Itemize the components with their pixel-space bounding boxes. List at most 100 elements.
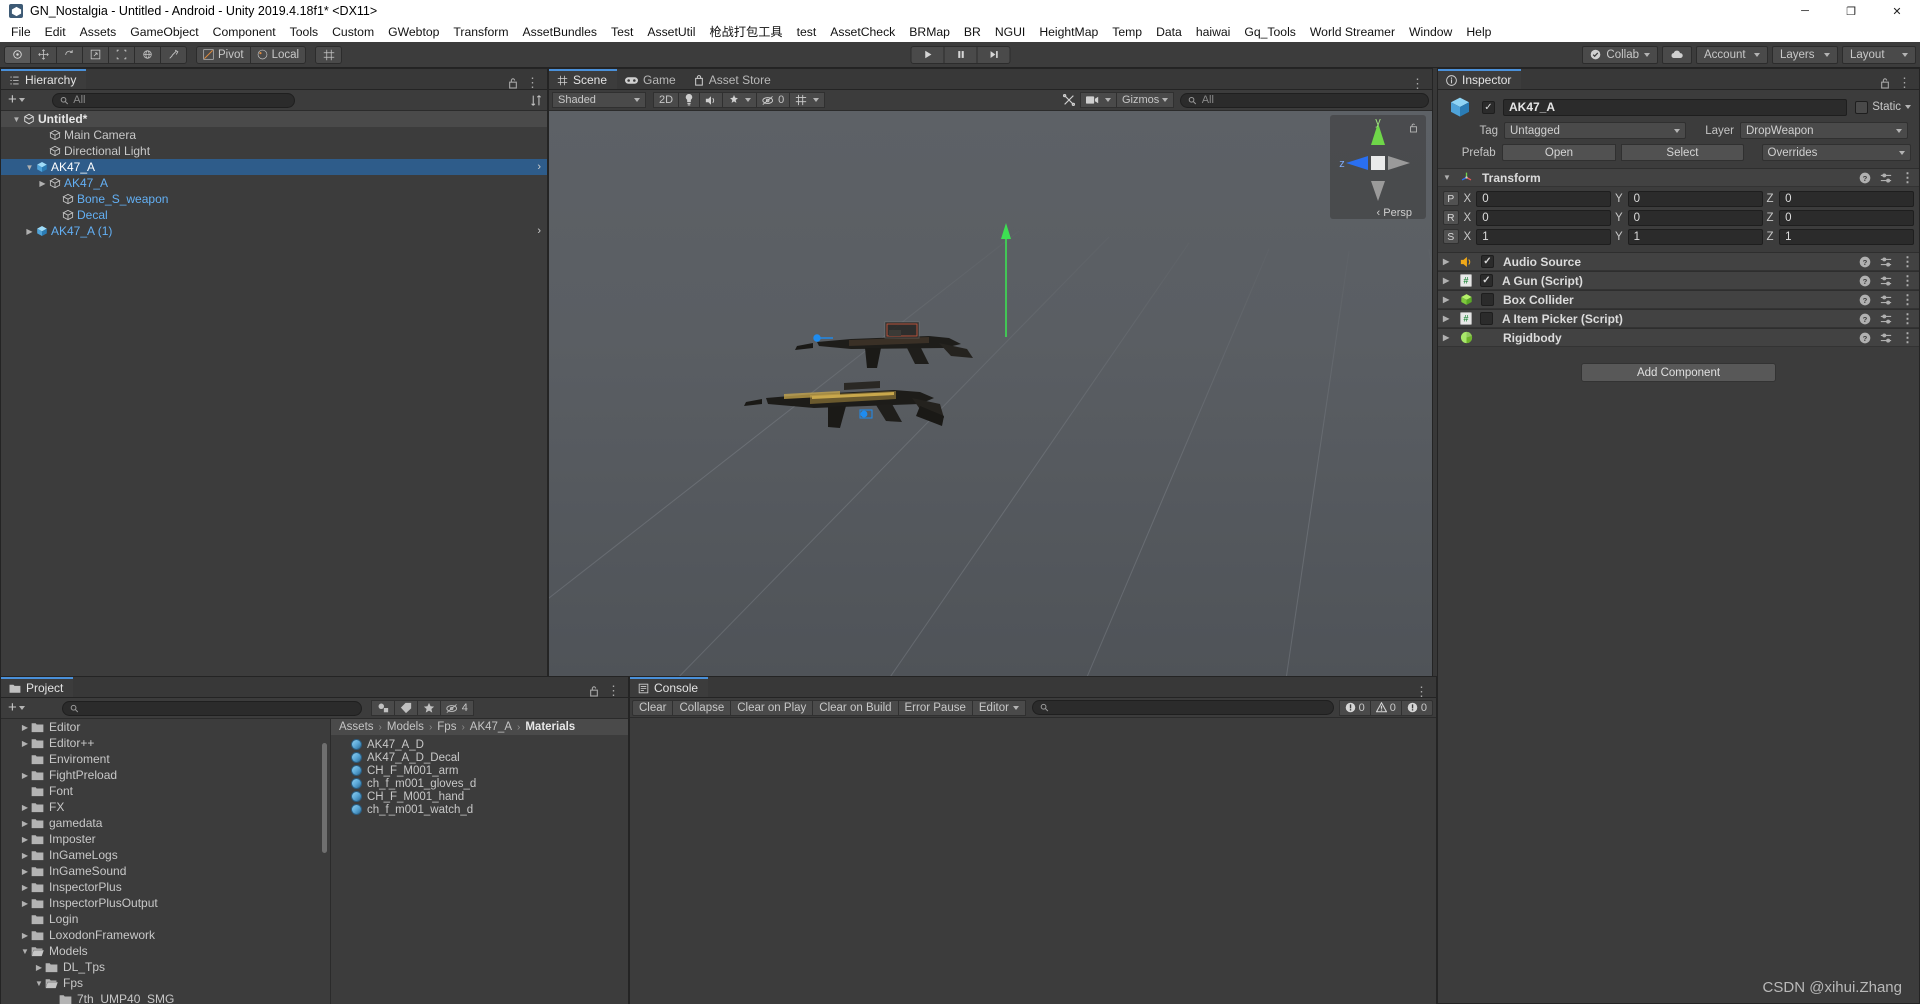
breadcrumb[interactable]: Assets › Models › Fps › AK47_A › Materials <box>331 719 628 735</box>
preset-icon[interactable] <box>1880 172 1892 184</box>
rotate-tool-button[interactable] <box>56 45 83 64</box>
preset-icon[interactable] <box>1880 332 1892 344</box>
menu-item-heightmap[interactable]: HeightMap <box>1032 22 1105 42</box>
asset-rows[interactable]: AK47_A_D AK47_A_D_Decal CH_F_M001_arm ch_f_… <box>331 735 628 816</box>
filter-by-type-icon[interactable] <box>370 700 395 716</box>
menu-item-assetutil[interactable]: AssetUtil <box>640 22 702 42</box>
prefab-open-button[interactable]: Open <box>1501 144 1617 161</box>
component-foldout-icon[interactable]: ▶ <box>1443 276 1455 285</box>
scene-camera-dropdown[interactable] <box>1079 92 1117 108</box>
transform-r-z-field[interactable]: 0 <box>1779 209 1914 226</box>
foldout-closed-icon[interactable]: ▶ <box>19 835 31 844</box>
console-search-field[interactable] <box>1053 701 1326 714</box>
menu-item-assetcheck[interactable]: AssetCheck <box>823 22 902 42</box>
tag-dropdown[interactable]: Untagged <box>1504 122 1686 139</box>
error-count-badge[interactable]: 0 <box>1400 699 1433 716</box>
menu-item-br[interactable]: BR <box>957 22 988 42</box>
static-checkbox[interactable] <box>1855 100 1869 114</box>
shading-mode-dropdown[interactable]: Shaded <box>552 92 646 108</box>
asset-list-item[interactable]: CH_F_M001_hand <box>331 790 628 803</box>
foldout-closed-icon[interactable]: ▶ <box>19 883 31 892</box>
breadcrumb-item[interactable]: Fps <box>437 721 456 733</box>
project-tree-row[interactable]: 7th_UMP40_SMG <box>1 991 330 1004</box>
project-tree-scrollbar[interactable] <box>322 743 327 853</box>
project-search-field[interactable] <box>83 702 354 714</box>
hierarchy-row[interactable]: Directional Light <box>1 143 547 159</box>
menu-item-test[interactable]: test <box>790 22 824 42</box>
project-search-input[interactable] <box>61 700 362 716</box>
scale-tool-button[interactable] <box>82 45 109 64</box>
console-collapse-button[interactable]: Collapse <box>672 699 732 716</box>
tab-hierarchy[interactable]: Hierarchy <box>1 69 87 89</box>
hierarchy-row[interactable]: ▶ AK47_A <box>1 175 547 191</box>
project-tree-row[interactable]: ▶ DL_Tps <box>1 959 330 975</box>
scene-tools-icon[interactable] <box>1057 92 1081 108</box>
project-tree-row[interactable]: Login <box>1 911 330 927</box>
scene-hidden-objects-toggle[interactable]: 0 <box>756 92 791 108</box>
minimize-button[interactable]: ─ <box>1782 0 1828 22</box>
lock-icon[interactable] <box>508 77 518 89</box>
foldout-closed-icon[interactable]: ▶ <box>19 723 31 732</box>
scene-search-field[interactable] <box>1201 94 1421 106</box>
pause-button[interactable] <box>943 45 978 64</box>
close-button[interactable]: ✕ <box>1874 0 1920 22</box>
project-tree-row[interactable]: ▶ InGameSound <box>1 863 330 879</box>
foldout-open-icon[interactable]: ▼ <box>24 163 35 172</box>
component-foldout-icon[interactable]: ▶ <box>1443 257 1455 266</box>
foldout-open-icon[interactable]: ▼ <box>19 947 31 956</box>
menu-item-gq-tools[interactable]: Gq_Tools <box>1237 22 1303 42</box>
open-prefab-chevron-icon[interactable]: › <box>537 161 541 173</box>
project-menu-icon[interactable]: ⋮ <box>607 684 620 697</box>
menu-item-edit[interactable]: Edit <box>38 22 73 42</box>
log-count-badge[interactable]: 0 <box>1338 699 1371 716</box>
transform-p-x-field[interactable]: 0 <box>1476 190 1612 207</box>
help-icon[interactable]: ? <box>1859 256 1871 268</box>
foldout-closed-icon[interactable]: ▶ <box>33 963 45 972</box>
gizmos-dropdown[interactable]: Gizmos <box>1115 92 1175 108</box>
transform-tool-button[interactable] <box>134 45 161 64</box>
filter-by-label-icon[interactable] <box>393 700 418 716</box>
component-header-box-collider[interactable]: ▶ Box Collider? ⋮ <box>1438 290 1919 309</box>
hierarchy-tree[interactable]: ▼ Untitled* Main Camera Directional Light ▼ A… <box>1 111 547 677</box>
hierarchy-row[interactable]: ▶ AK47_A (1) › <box>1 223 547 239</box>
menu-item-brmap[interactable]: BRMap <box>902 22 957 42</box>
scene-view-gizmo[interactable]: y z <box>1330 115 1426 219</box>
tab-asset-store[interactable]: Asset Store <box>685 69 781 89</box>
foldout-closed-icon[interactable]: ▶ <box>19 851 31 860</box>
foldout-closed-icon[interactable]: ▶ <box>19 771 31 780</box>
project-tree-row[interactable]: ▶ FX <box>1 799 330 815</box>
menu-item-test[interactable]: Test <box>604 22 640 42</box>
foldout-closed-icon[interactable]: ▶ <box>19 819 31 828</box>
component-header-audio-source[interactable]: ▶ ✓ Audio Source? ⋮ <box>1438 252 1919 271</box>
add-component-button[interactable]: Add Component <box>1581 363 1776 382</box>
tab-console[interactable]: Console <box>630 677 709 697</box>
breadcrumb-item[interactable]: AK47_A <box>470 721 512 733</box>
hierarchy-search-field[interactable] <box>73 94 287 106</box>
foldout-closed-icon[interactable]: ▶ <box>19 739 31 748</box>
lock-icon[interactable] <box>1409 122 1418 133</box>
component-menu-icon[interactable]: ⋮ <box>1901 312 1914 325</box>
foldout-closed-icon[interactable]: ▶ <box>19 803 31 812</box>
preset-icon[interactable] <box>1880 256 1892 268</box>
create-object-button[interactable]: + <box>5 92 28 107</box>
project-tree-row[interactable]: ▶ gamedata <box>1 815 330 831</box>
pivot-toggle[interactable]: Pivot <box>196 45 251 64</box>
menu-item-gwebtop[interactable]: GWebtop <box>381 22 446 42</box>
cloud-button[interactable] <box>1662 45 1692 64</box>
breadcrumb-item[interactable]: Assets <box>339 721 374 733</box>
project-tree-row[interactable]: Enviroment <box>1 751 330 767</box>
transform-s-y-field[interactable]: 1 <box>1627 228 1763 245</box>
foldout-closed-icon[interactable]: ▶ <box>19 867 31 876</box>
open-prefab-chevron-icon[interactable]: › <box>537 225 541 237</box>
scene-viewport[interactable]: y z ‹ Persp <box>549 111 1432 677</box>
transform-s-x-field[interactable]: 1 <box>1476 228 1612 245</box>
local-toggle[interactable]: Local <box>249 45 307 64</box>
2d-toggle-button[interactable]: 2D <box>653 92 680 108</box>
asset-list-item[interactable]: ch_f_m001_gloves_d <box>331 777 628 790</box>
hierarchy-search-input[interactable] <box>51 92 295 108</box>
project-tree-row[interactable]: ▶ InspectorPlusOutput <box>1 895 330 911</box>
layers-button[interactable]: Layers <box>1772 45 1838 64</box>
menu-item-transform[interactable]: Transform <box>446 22 515 42</box>
component-enabled-checkbox[interactable] <box>1481 293 1494 306</box>
console-search-input[interactable] <box>1031 700 1334 715</box>
